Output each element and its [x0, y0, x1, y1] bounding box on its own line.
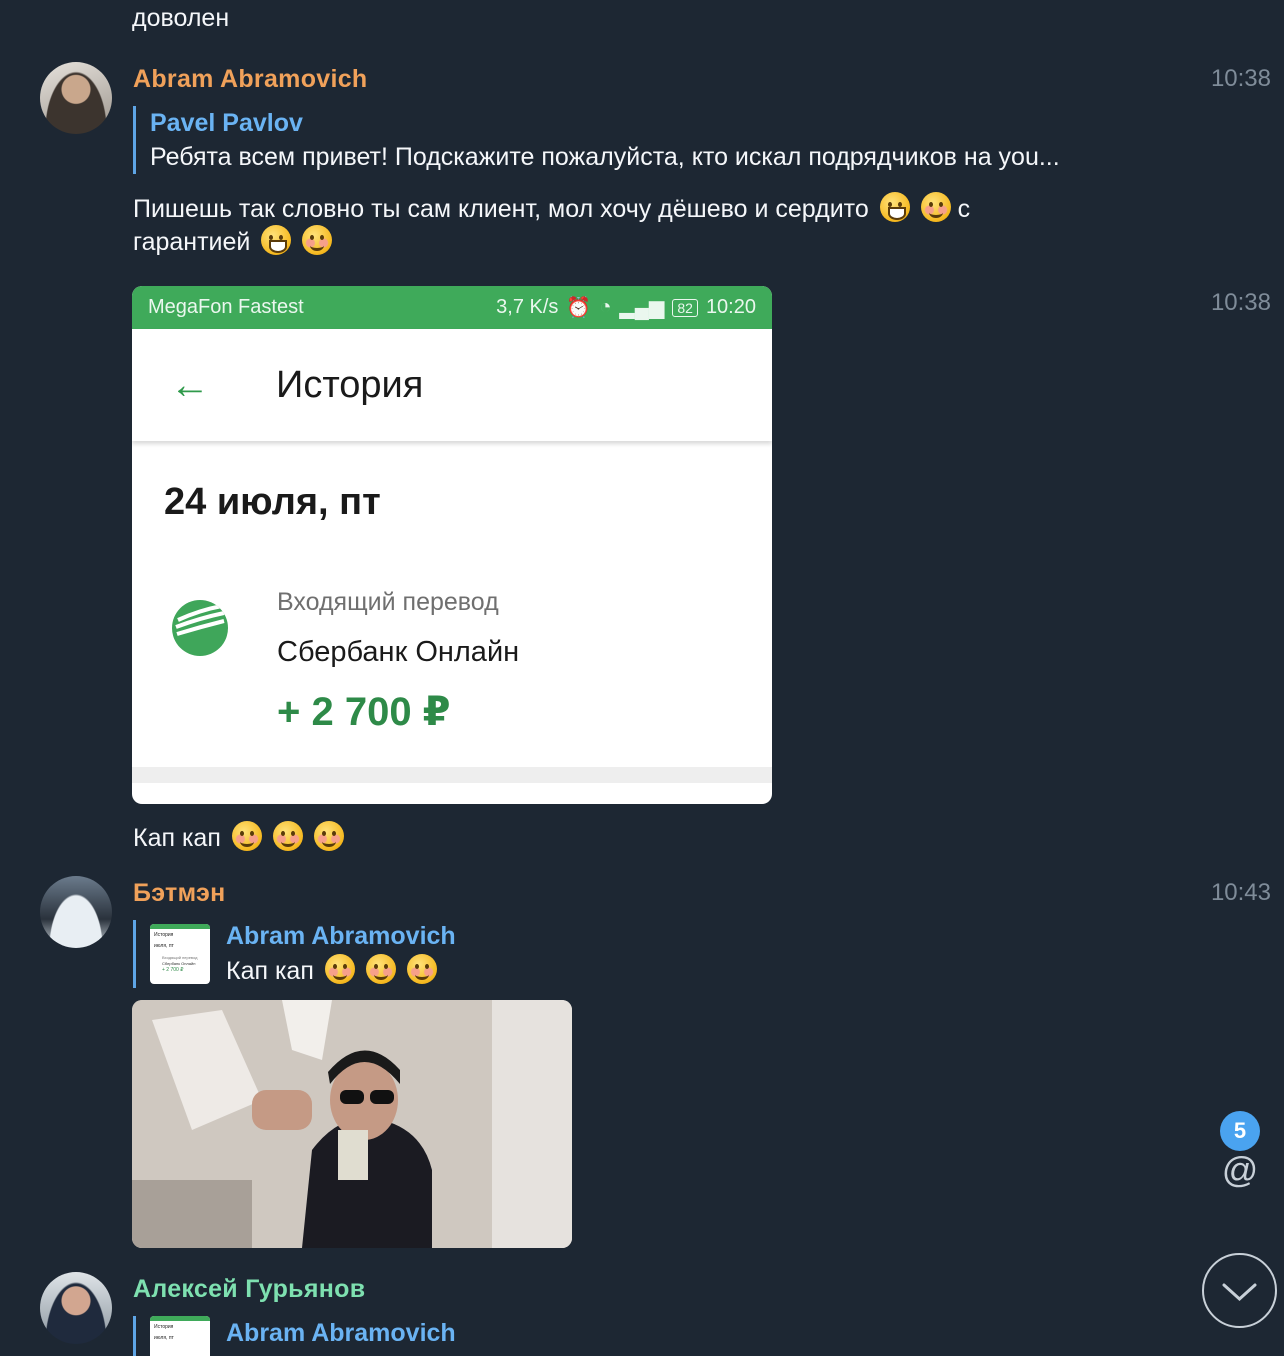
app-header: ← История: [132, 329, 772, 441]
reply-text: Кап кап: [226, 953, 456, 989]
message-line-tail: с: [957, 195, 971, 223]
reply-thumbnail: История июля, пт Входящий перевод Сберба…: [150, 924, 210, 984]
reply-author: Pavel Pavlov: [150, 109, 303, 137]
reply-snippet: Кап кап: [226, 957, 314, 985]
caption-text: Кап кап: [133, 824, 221, 852]
thumb-title: История: [154, 932, 174, 938]
transaction-type: Входящий перевод: [277, 588, 499, 616]
thumb-type: Входящий перевод: [162, 955, 198, 960]
thumb-date: июля, пт: [154, 1335, 174, 1341]
message-text: Пишешь так словно ты сам клиент, мол хоч…: [133, 192, 1133, 258]
reply-author: Abram Abramovich: [226, 922, 456, 950]
app-title: История: [276, 363, 424, 406]
message-line: Пишешь так словно ты сам клиент, мол хоч…: [133, 195, 869, 223]
message-text: доволен: [132, 4, 230, 32]
smiling-emoji-icon: [920, 192, 951, 222]
smiling-emoji-icon: [272, 821, 303, 851]
relieved-emoji-icon: [302, 225, 333, 255]
smiling-emoji-icon: [313, 821, 344, 851]
alarm-icon: ⏰: [566, 297, 592, 319]
transaction-amount: + 2 700 ₽: [277, 690, 451, 734]
message-time: 10:38: [1210, 289, 1271, 316]
date-heading: 24 июля, пт: [164, 481, 381, 523]
smiling-emoji-icon: [365, 954, 396, 984]
thumb-amount: + 2 700 ₽: [162, 967, 184, 973]
avatar[interactable]: [40, 62, 112, 134]
relieved-emoji-icon: [324, 954, 355, 984]
clock-label: 10:20: [705, 296, 756, 318]
phone-status-bar: MegaFon Fastest 3,7 K/s ⏰ ◔ ▂▄▆ 82 10:20: [132, 286, 772, 329]
reply-quote[interactable]: История июля, пт Abram Abramovich: [133, 1316, 456, 1356]
gif-animation[interactable]: [132, 1000, 572, 1248]
sberbank-logo-icon: [172, 600, 228, 656]
relieved-emoji-icon: [231, 821, 262, 851]
message-line: гарантией: [133, 228, 251, 256]
grinning-emoji-icon: [879, 192, 910, 222]
transaction-source: Сбербанк Онлайн: [277, 636, 520, 668]
sender-name[interactable]: Алексей Гурьянов: [133, 1275, 365, 1304]
divider: [132, 767, 772, 783]
signal-icon: ▂▄▆: [619, 297, 665, 319]
thumb-date: июля, пт: [154, 943, 174, 949]
back-arrow-icon: ←: [170, 362, 210, 407]
screenshot-image[interactable]: MegaFon Fastest 3,7 K/s ⏰ ◔ ▂▄▆ 82 10:20…: [132, 286, 772, 804]
unread-mentions-badge[interactable]: 5: [1220, 1111, 1260, 1151]
chevron-down-icon: [1222, 1283, 1257, 1302]
reply-text: Ребята всем привет! Подскажите пожалуйст…: [150, 143, 1060, 171]
scroll-down-button[interactable]: [1202, 1253, 1277, 1328]
reply-quote[interactable]: История июля, пт Входящий перевод Сберба…: [133, 920, 456, 988]
speed-label: 3,7 K/s: [496, 296, 559, 318]
mention-icon[interactable]: @: [1220, 1150, 1260, 1190]
sender-name[interactable]: Бэтмэн: [133, 879, 226, 908]
sender-name[interactable]: Abram Abramovich: [133, 65, 368, 94]
reply-thumbnail: История июля, пт: [150, 1316, 210, 1356]
message-time: 10:43: [1210, 879, 1271, 906]
carrier-label: MegaFon Fastest: [148, 296, 304, 318]
smiling-emoji-icon: [406, 954, 437, 984]
message-text: Кап кап: [133, 821, 344, 854]
avatar[interactable]: [40, 1272, 112, 1344]
battery-icon: 82: [672, 298, 698, 317]
thumb-title: История: [154, 1324, 174, 1330]
avatar[interactable]: [40, 876, 112, 948]
grinning-emoji-icon: [261, 225, 292, 255]
message-time: 10:38: [1210, 65, 1271, 92]
reply-author: Abram Abramovich: [226, 1319, 456, 1347]
wifi-icon: ◔: [599, 296, 612, 318]
reply-quote[interactable]: Pavel Pavlov Ребята всем привет! Подскаж…: [133, 106, 1060, 174]
